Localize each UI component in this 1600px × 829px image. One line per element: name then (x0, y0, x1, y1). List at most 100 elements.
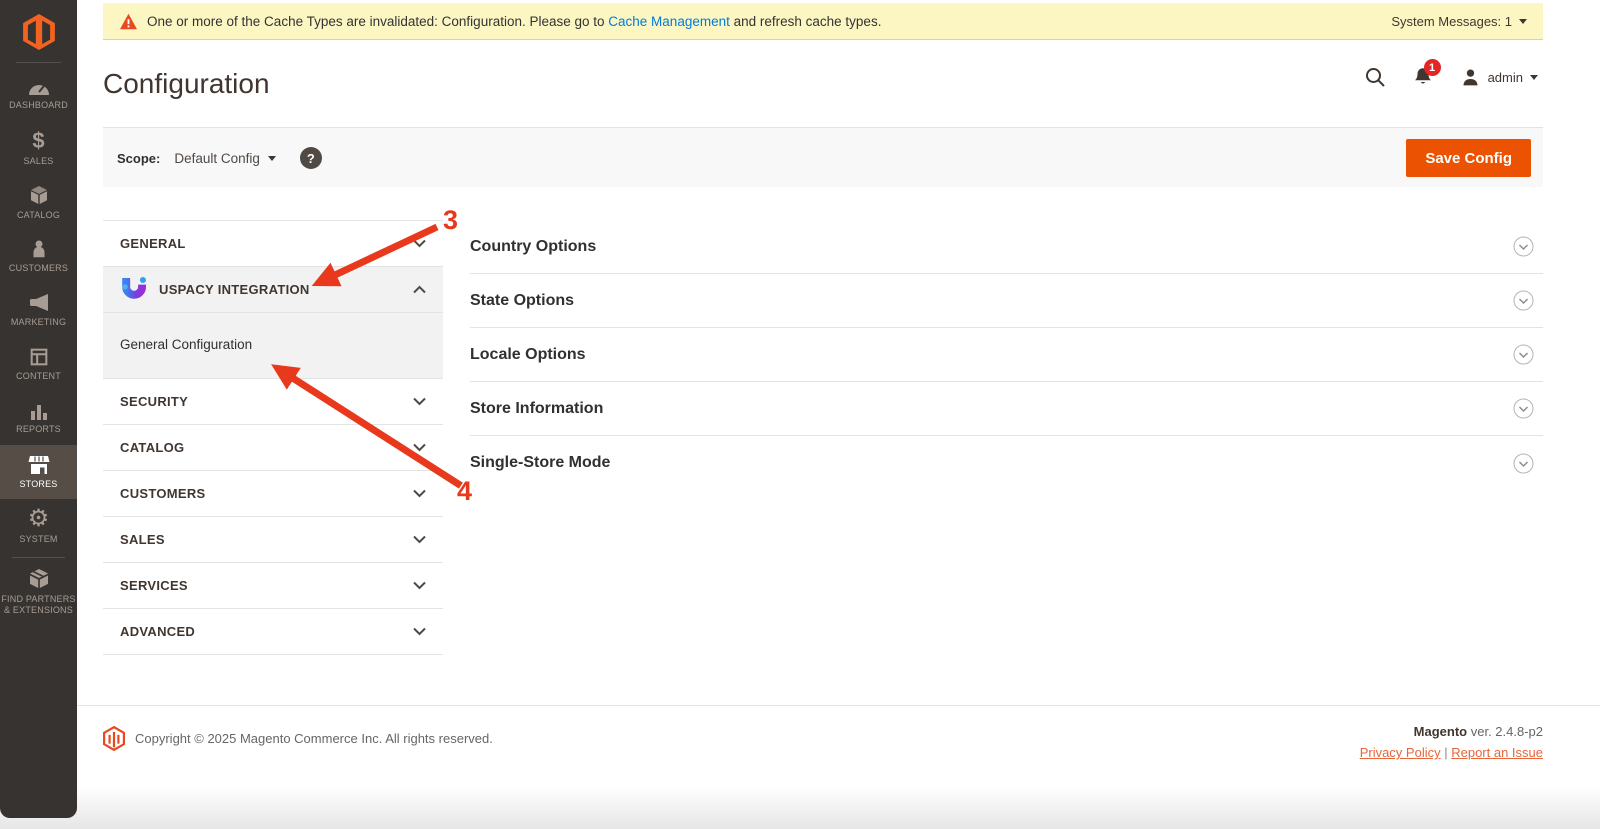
section-title: Store Information (470, 400, 603, 418)
section-state-options[interactable]: State Options (470, 274, 1543, 328)
sidebar-item-label: STORES (19, 479, 57, 490)
collapse-chevron-icon (1513, 398, 1534, 419)
footer-links: Privacy Policy | Report an Issue (1360, 745, 1543, 760)
sidebar-item-customers[interactable]: CUSTOMERS (0, 229, 77, 283)
report-issue-link[interactable]: Report an Issue (1451, 745, 1543, 760)
search-button[interactable] (1364, 66, 1386, 88)
sidebar-item-catalog[interactable]: CATALOG (0, 175, 77, 229)
chevron-down-icon (1519, 19, 1527, 24)
chevron-down-icon (413, 489, 426, 498)
window-bottom-edge (0, 786, 1600, 829)
scope-switcher[interactable]: Default Config (174, 151, 276, 166)
uspacy-logo-icon (120, 276, 150, 303)
config-nav-label: CUSTOMERS (120, 486, 206, 501)
system-message-bar: One or more of the Cache Types are inval… (103, 3, 1543, 40)
chevron-down-icon (413, 627, 426, 636)
notice-message: One or more of the Cache Types are inval… (147, 14, 881, 29)
sidebar-item-label: CUSTOMERS (9, 263, 68, 274)
section-country-options[interactable]: Country Options (470, 220, 1543, 274)
sidebar-item-stores[interactable]: STORES (0, 445, 77, 499)
config-nav-label: SERVICES (120, 578, 188, 593)
sidebar-item-label: CONTENT (16, 371, 61, 382)
section-store-information[interactable]: Store Information (470, 382, 1543, 436)
brand-name: Magento (1414, 724, 1467, 739)
collapse-chevron-icon (1513, 453, 1534, 474)
save-config-button[interactable]: Save Config (1406, 139, 1531, 177)
config-nav-label: USPACY INTEGRATION (159, 282, 310, 297)
config-nav-sales[interactable]: SALES (103, 517, 443, 563)
megaphone-icon (27, 292, 51, 314)
privacy-policy-link[interactable]: Privacy Policy (1360, 745, 1441, 760)
scope-controls: Scope: Default Config ? (117, 128, 322, 188)
config-nav-general[interactable]: GENERAL (103, 221, 443, 267)
config-nav-advanced[interactable]: ADVANCED (103, 609, 443, 655)
chevron-down-icon (413, 581, 426, 590)
sidebar-item-label: FIND PARTNERS& EXTENSIONS (1, 594, 75, 616)
config-nav-general-configuration[interactable]: General Configuration (120, 337, 426, 352)
package-box-icon (27, 183, 51, 207)
section-title: State Options (470, 292, 574, 310)
section-title: Single-Store Mode (470, 454, 610, 472)
copyright-text: Copyright © 2025 Magento Commerce Inc. A… (135, 731, 493, 746)
user-avatar-icon (1460, 67, 1481, 88)
dashboard-gauge-icon (27, 77, 51, 97)
layout-icon (28, 346, 50, 368)
chevron-up-icon (413, 285, 426, 294)
link-separator: | (1441, 745, 1452, 760)
bar-chart-icon (28, 401, 50, 421)
cache-management-link[interactable]: Cache Management (608, 14, 730, 29)
scope-label: Scope: (117, 151, 160, 166)
notification-badge: 1 (1424, 59, 1441, 76)
system-messages-dropdown[interactable]: System Messages: 1 (1391, 14, 1527, 29)
sidebar-item-label: DASHBOARD (9, 100, 68, 111)
config-nav-uspacy-integration[interactable]: USPACY INTEGRATION (103, 267, 443, 313)
main-content: One or more of the Cache Types are inval… (77, 0, 1600, 786)
sidebar-item-label: SALES (23, 156, 53, 167)
config-nav-services[interactable]: SERVICES (103, 563, 443, 609)
system-messages-count: System Messages: 1 (1391, 14, 1512, 29)
sidebar-item-system[interactable]: ⚙ SYSTEM (0, 499, 77, 553)
chevron-down-icon (413, 535, 426, 544)
sidebar-item-content[interactable]: CONTENT (0, 337, 77, 391)
config-nav-label: CATALOG (120, 440, 184, 455)
footer-left: Copyright © 2025 Magento Commerce Inc. A… (103, 726, 493, 751)
section-single-store-mode[interactable]: Single-Store Mode (470, 436, 1543, 490)
magento-logo[interactable] (0, 10, 77, 54)
config-nav-customers[interactable]: CUSTOMERS (103, 471, 443, 517)
person-icon (28, 238, 50, 260)
dollar-icon: $ (32, 129, 44, 153)
version-number: ver. 2.4.8-p2 (1467, 724, 1543, 739)
page-title: Configuration (103, 68, 270, 100)
collapse-chevron-icon (1513, 290, 1534, 311)
sidebar-item-sales[interactable]: $ SALES (0, 121, 77, 175)
sidebar-item-dashboard[interactable]: DASHBOARD (0, 67, 77, 121)
sidebar-divider (16, 62, 61, 63)
collapse-chevron-icon (1513, 344, 1534, 365)
admin-user-menu[interactable]: admin (1460, 67, 1538, 88)
search-icon (1364, 66, 1386, 88)
admin-username: admin (1488, 70, 1523, 85)
section-locale-options[interactable]: Locale Options (470, 328, 1543, 382)
sidebar-item-marketing[interactable]: MARKETING (0, 283, 77, 337)
chevron-down-icon (1530, 75, 1538, 80)
chevron-down-icon (413, 239, 426, 248)
config-nav-label: SECURITY (120, 394, 188, 409)
sidebar-item-label: CATALOG (17, 210, 60, 221)
magento-logo-icon (19, 14, 59, 50)
sidebar-item-label: REPORTS (16, 424, 61, 435)
sidebar-divider (12, 557, 65, 558)
sidebar-item-reports[interactable]: REPORTS (0, 391, 77, 445)
config-nav-label: GENERAL (120, 236, 186, 251)
help-button[interactable]: ? (300, 147, 322, 169)
warning-icon (119, 13, 138, 30)
section-title: Country Options (470, 238, 596, 256)
chevron-down-icon (268, 156, 276, 161)
storefront-icon (27, 454, 51, 476)
scope-value: Default Config (174, 151, 260, 166)
config-nav-security[interactable]: SECURITY (103, 379, 443, 425)
config-section-nav: GENERAL USPACY INTEGRATION (103, 220, 443, 655)
notifications-button[interactable]: 1 (1412, 66, 1434, 88)
sidebar-item-label: MARKETING (11, 317, 66, 328)
sidebar-item-find-partners[interactable]: FIND PARTNERS& EXTENSIONS (0, 560, 77, 622)
config-nav-catalog[interactable]: CATALOG (103, 425, 443, 471)
